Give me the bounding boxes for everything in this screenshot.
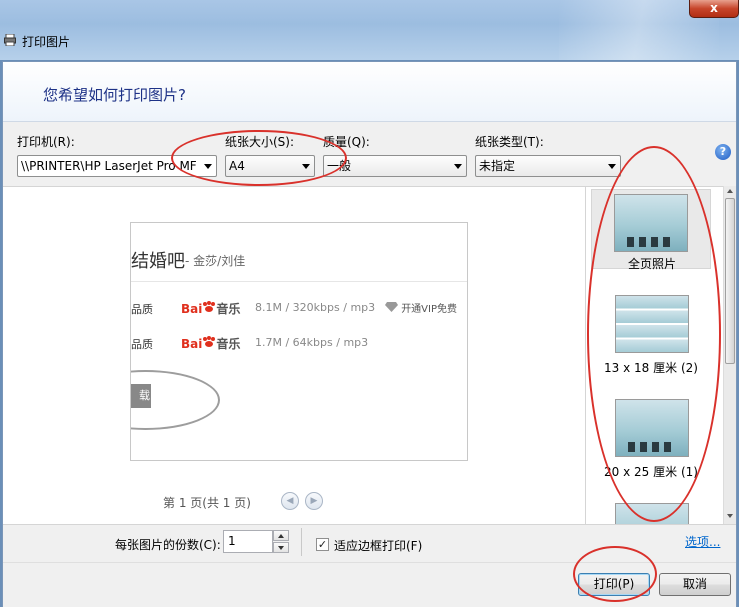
paper-type-value: 未指定 bbox=[479, 159, 516, 173]
quality-value: 一般 bbox=[327, 159, 352, 173]
preview-size-1: 8.1M / 320kbps / mp3 bbox=[255, 301, 376, 314]
print-pictures-dialog: 您希望如何打印图片? 打印机(R): 纸张大小(S): 质量(Q): 纸张类型(… bbox=[2, 61, 737, 607]
page-preview: 结婚吧 - 金莎/刘佳 品质 Bai 音乐 8.1M / 320kbps / mp… bbox=[130, 222, 468, 461]
paper-size-label: 纸张大小(S): bbox=[225, 135, 295, 149]
layout-thumbnail bbox=[614, 194, 688, 252]
thumb-figures bbox=[627, 237, 675, 247]
chevron-down-icon bbox=[454, 164, 462, 169]
preview-quality-2: 品质 bbox=[131, 338, 153, 351]
paw-icon bbox=[203, 336, 216, 347]
title-bar: x 打印图片 bbox=[0, 0, 739, 60]
chevron-down-icon bbox=[278, 546, 284, 550]
paper-size-value: A4 bbox=[229, 159, 245, 173]
prev-page-button[interactable]: ◀ bbox=[281, 492, 299, 510]
chevron-down-icon bbox=[302, 164, 310, 169]
copies-label: 每张图片的份数(C): bbox=[115, 538, 221, 552]
layout-13x18[interactable]: 13 x 18 厘米 (2) bbox=[591, 295, 711, 377]
next-page-button[interactable]: ▶ bbox=[305, 492, 323, 510]
printer-label: 打印机(R): bbox=[17, 135, 75, 149]
page-indicator: 第 1 页(共 1 页) bbox=[163, 496, 251, 510]
window-title: 打印图片 bbox=[22, 35, 71, 49]
baidu-music-logo: Bai 音乐 bbox=[181, 335, 240, 352]
layout-more[interactable] bbox=[591, 503, 711, 525]
preview-song-title: 结婚吧 bbox=[131, 251, 185, 272]
baidu-music-logo: Bai 音乐 bbox=[181, 300, 240, 317]
layout-label: 全页照片 bbox=[627, 257, 676, 271]
cancel-button[interactable]: 取消 bbox=[659, 573, 731, 596]
baidu-text: Bai bbox=[181, 302, 203, 316]
options-separator bbox=[301, 528, 302, 556]
preview-artist: - 金莎/刘佳 bbox=[185, 254, 246, 268]
baidu-text: Bai bbox=[181, 337, 203, 351]
preview-vip: 开通VIP免费 bbox=[385, 300, 457, 315]
copies-decrement-button[interactable] bbox=[273, 542, 289, 553]
layout-list: 全页照片 13 x 18 厘米 (2) 20 x 25 厘米 (1) bbox=[586, 186, 723, 525]
print-preview-pane: 结婚吧 - 金莎/刘佳 品质 Bai 音乐 8.1M / 320kbps / mp… bbox=[3, 186, 586, 525]
printer-select[interactable]: \\PRINTER\HP LaserJet Pro MF bbox=[17, 155, 217, 177]
baidu-suffix: 音乐 bbox=[216, 302, 241, 316]
chevron-down-icon bbox=[204, 164, 212, 169]
paper-size-select[interactable]: A4 bbox=[225, 155, 315, 177]
chevron-down-icon bbox=[608, 164, 616, 169]
layout-label: 20 x 25 厘米 (1) bbox=[604, 465, 698, 479]
layout-thumbnail bbox=[615, 503, 689, 525]
fit-to-frame-checkbox[interactable]: ✓ bbox=[316, 538, 329, 551]
baidu-suffix: 音乐 bbox=[216, 337, 241, 351]
copies-input[interactable]: 1 bbox=[223, 530, 273, 553]
quality-select[interactable]: 一般 bbox=[323, 155, 467, 177]
help-icon[interactable]: ? bbox=[715, 144, 731, 160]
chevron-up-icon bbox=[278, 534, 284, 538]
dialog-header: 您希望如何打印图片? bbox=[3, 62, 736, 122]
paper-type-label: 纸张类型(T): bbox=[475, 135, 544, 149]
paw-icon bbox=[203, 301, 216, 312]
scroll-down-icon[interactable] bbox=[727, 514, 733, 518]
printer-app-icon bbox=[4, 34, 16, 46]
diamond-icon bbox=[385, 302, 398, 312]
thumb-figures bbox=[628, 442, 676, 452]
layout-thumbnail bbox=[615, 295, 689, 353]
options-link[interactable]: 选项... bbox=[685, 533, 720, 550]
fit-to-frame-label[interactable]: 适应边框打印(F) bbox=[334, 537, 422, 554]
quality-label: 质量(Q): bbox=[323, 135, 370, 149]
layout-thumbnail bbox=[615, 399, 689, 457]
preview-size-2: 1.7M / 64kbps / mp3 bbox=[255, 336, 369, 349]
print-button[interactable]: 打印(P) bbox=[578, 573, 650, 596]
close-button[interactable]: x bbox=[689, 0, 739, 18]
preview-ellipse-annotation bbox=[131, 370, 220, 430]
scroll-up-icon[interactable] bbox=[727, 189, 733, 193]
paper-type-select[interactable]: 未指定 bbox=[475, 155, 621, 177]
preview-divider bbox=[131, 281, 467, 282]
layout-20x25[interactable]: 20 x 25 厘米 (1) bbox=[591, 399, 711, 481]
layout-label: 13 x 18 厘米 (2) bbox=[604, 361, 698, 375]
vip-text: 开通VIP免费 bbox=[401, 304, 458, 315]
layout-full-page[interactable]: 全页照片 bbox=[591, 189, 711, 271]
printer-value: \\PRINTER\HP LaserJet Pro MF bbox=[21, 159, 197, 173]
dialog-heading: 您希望如何打印图片? bbox=[43, 86, 186, 104]
layout-scrollbar[interactable] bbox=[723, 186, 736, 524]
copies-increment-button[interactable] bbox=[273, 530, 289, 541]
preview-quality-1: 品质 bbox=[131, 303, 153, 316]
scroll-thumb[interactable] bbox=[725, 198, 735, 364]
